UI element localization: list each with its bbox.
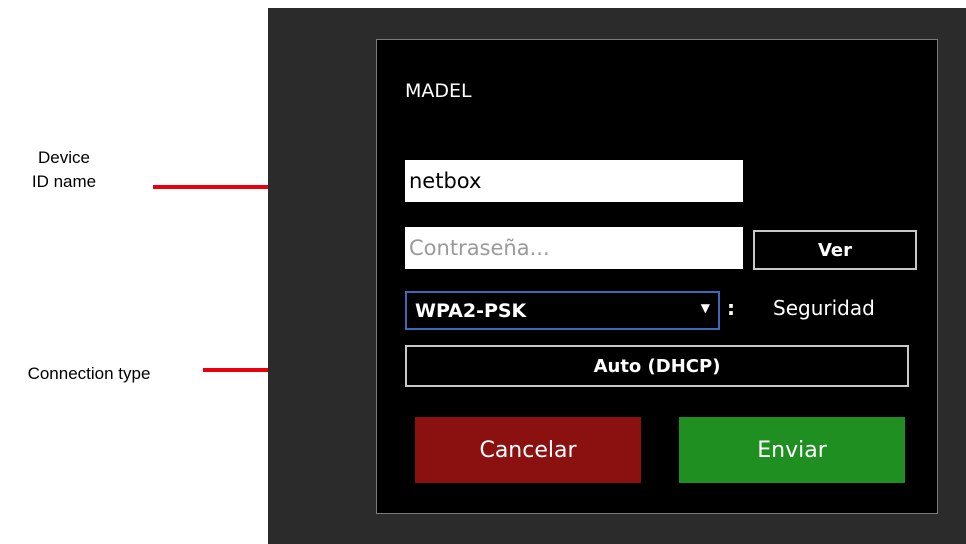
security-colon: : <box>727 296 735 320</box>
cancel-button[interactable]: Cancelar <box>415 417 641 483</box>
connection-type-button[interactable]: Auto (DHCP) <box>405 345 909 387</box>
device-id-annotation-label: Device ID name <box>31 148 97 191</box>
panel-title: MADEL <box>405 80 472 102</box>
security-select[interactable]: WPA2-PSK ▼ <box>405 291 720 330</box>
caret-down-icon: ▼ <box>700 301 710 315</box>
connection-type-annotation-label: Connection type <box>27 364 151 383</box>
annotated-screenshot: Device ID name Connection type MADEL Ver… <box>0 0 966 544</box>
submit-button[interactable]: Enviar <box>679 417 905 483</box>
security-select-value: WPA2-PSK <box>415 299 527 322</box>
show-password-button[interactable]: Ver <box>753 230 917 270</box>
device-screen: MADEL Ver WPA2-PSK ▼ : Seguridad Auto (D… <box>268 8 966 544</box>
security-label: Seguridad <box>773 296 875 320</box>
wifi-config-panel: MADEL Ver WPA2-PSK ▼ : Seguridad Auto (D… <box>376 39 938 514</box>
device-name-input[interactable] <box>405 160 743 202</box>
password-input[interactable] <box>405 227 743 269</box>
